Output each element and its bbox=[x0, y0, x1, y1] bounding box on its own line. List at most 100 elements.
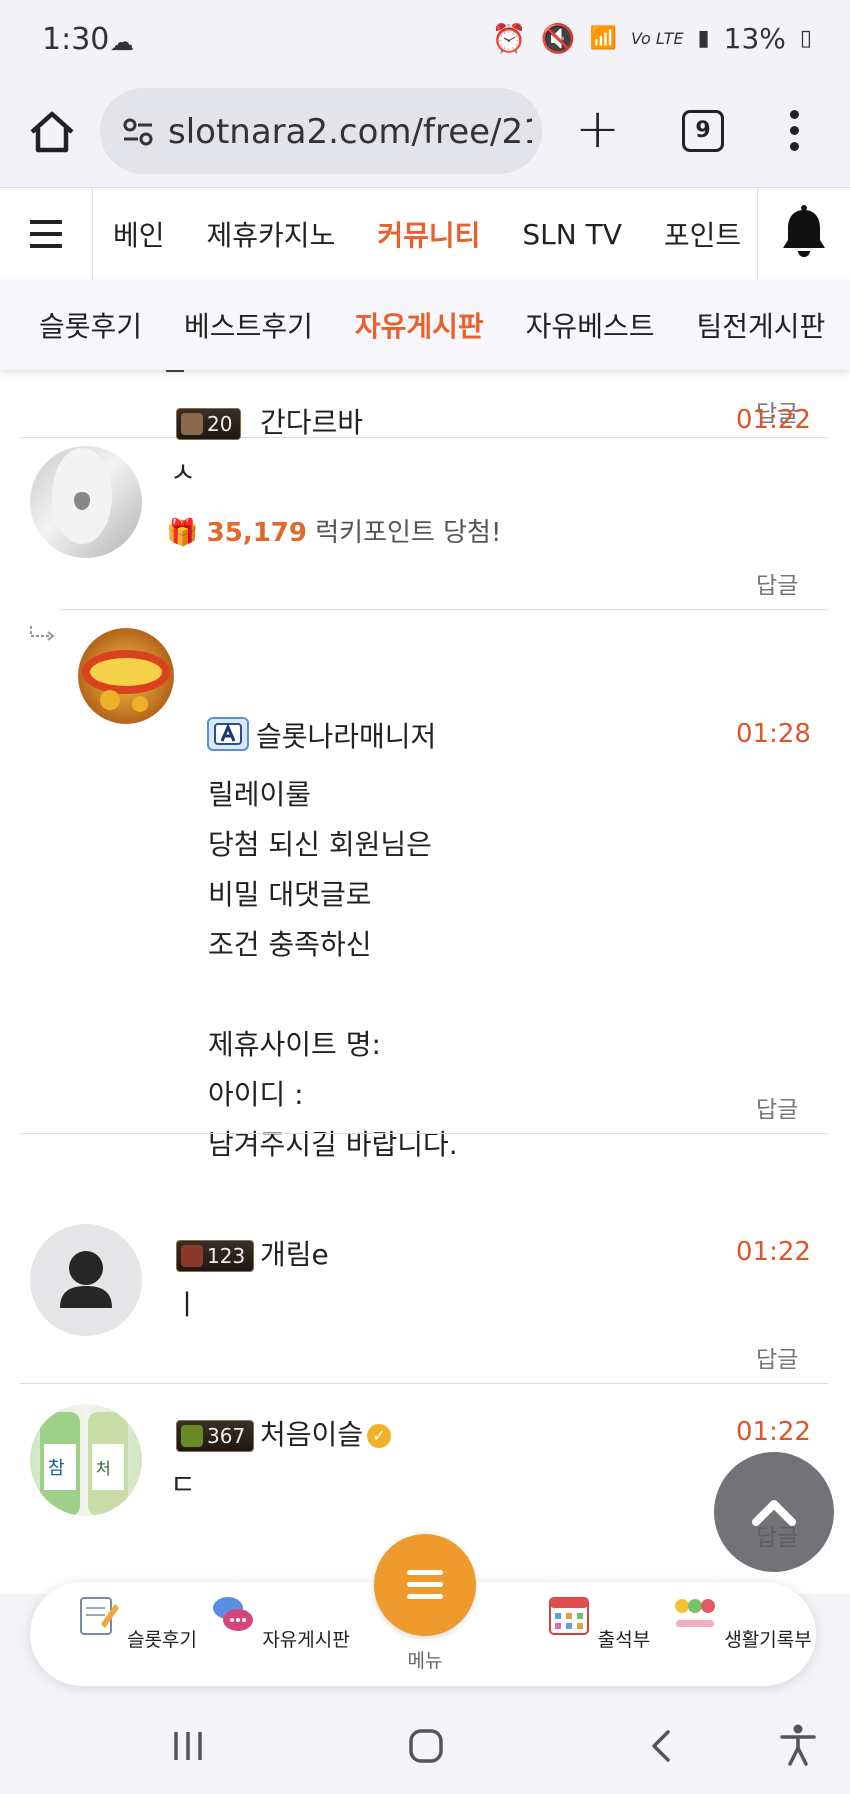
sub-nav-item[interactable]: 팀전게시판 bbox=[675, 305, 846, 345]
comment-text: ㄷ bbox=[170, 1468, 196, 1501]
level-badge: 123 bbox=[176, 1240, 255, 1272]
back-icon[interactable] bbox=[646, 1728, 678, 1764]
site-nav-items: 베인 제휴카지노 커뮤니티 SLN TV 포인트 bbox=[92, 188, 762, 280]
level-gem-icon bbox=[181, 413, 203, 435]
bottom-tab-attendance[interactable]: 출석부 bbox=[528, 1592, 668, 1652]
verified-icon: ✓ bbox=[367, 1424, 392, 1448]
sub-nav-item[interactable]: 슬롯후기 bbox=[18, 305, 163, 345]
level-gem-icon bbox=[181, 1425, 203, 1447]
bottom-tab-label: 출석부 bbox=[597, 1629, 651, 1651]
soju-bottles-icon: 참 처 bbox=[40, 1412, 128, 1516]
network-label: Vo LTE bbox=[630, 29, 684, 48]
site-nav-item[interactable]: 커뮤니티 bbox=[356, 214, 501, 254]
sub-nav-item[interactable]: 자유베스트 bbox=[505, 305, 676, 345]
comment-username[interactable]: 슬롯나라매니저 bbox=[256, 715, 436, 755]
status-icons: ⏰ 🔇 📶 Vo LTE ▮ 13% ▯ bbox=[492, 22, 812, 55]
manager-avatar bbox=[70, 620, 182, 732]
site-nav-item[interactable]: 제휴카지노 bbox=[186, 214, 357, 254]
site-nav-item[interactable]: 포인트 bbox=[643, 214, 762, 254]
notification-button[interactable] bbox=[757, 188, 850, 280]
avatar: 참 처 bbox=[30, 1404, 142, 1516]
bell-icon bbox=[783, 205, 825, 257]
bottom-tab-label: 생활기록부 bbox=[724, 1629, 812, 1651]
new-tab-button[interactable]: + bbox=[575, 102, 620, 156]
lucky-point-notice: 🎁 35,179 럭키포인트 당첨! bbox=[166, 512, 501, 549]
bottom-tab-label: 자유게시판 bbox=[262, 1629, 350, 1651]
signal-icon: ▮ bbox=[697, 26, 710, 51]
battery-icon: ▯ bbox=[799, 26, 812, 51]
url-text: slotnara2.com/free/21 bbox=[168, 112, 532, 152]
cloud-icon: ☁ bbox=[110, 28, 134, 56]
comment-list: 답글 20 간다르바 01:22 ㅅ 🎁 35,179 럭키포인트 당첨! 답글 bbox=[0, 340, 850, 1594]
bottom-tab-label: 슬롯후기 bbox=[127, 1629, 197, 1651]
site-nav-item[interactable]: 베인 bbox=[92, 214, 186, 254]
system-nav-bar bbox=[0, 1694, 850, 1794]
lucky-points-value: 35,179 bbox=[206, 518, 307, 548]
admin-badge-icon bbox=[207, 717, 249, 751]
bottom-tab-slot-review[interactable]: 슬롯후기 bbox=[66, 1592, 206, 1652]
wifi-icon: 📶 bbox=[589, 26, 617, 51]
menu-button[interactable] bbox=[374, 1534, 476, 1636]
level-badge: 20 bbox=[176, 408, 242, 440]
url-field[interactable]: slotnara2.com/free/21 bbox=[100, 88, 542, 174]
status-bar: 1:30 ☁ ⏰ 🔇 📶 Vo LTE ▮ 13% ▯ bbox=[0, 0, 850, 80]
comment-time: 01:28 bbox=[736, 719, 811, 749]
slotnara-logo-icon bbox=[82, 650, 170, 712]
level-gem-icon bbox=[181, 1245, 203, 1267]
calendar-icon bbox=[548, 1597, 589, 1635]
mood-faces-icon bbox=[675, 1599, 716, 1627]
recent-apps-icon[interactable] bbox=[168, 1728, 208, 1764]
sub-nav-items: 슬롯후기 베스트후기 자유게시판 자유베스트 팀전게시판 bbox=[0, 280, 850, 370]
site-nav-item[interactable]: SLN TV bbox=[501, 218, 642, 251]
more-menu-button[interactable] bbox=[790, 110, 800, 158]
divider bbox=[20, 437, 828, 438]
battery-text: 13% bbox=[723, 22, 786, 55]
divider bbox=[20, 1133, 828, 1134]
tab-count-button[interactable]: 9 bbox=[682, 110, 724, 152]
chat-bubbles-icon bbox=[213, 1597, 254, 1631]
chevron-up-icon bbox=[752, 1500, 796, 1526]
comment-time: 01:22 bbox=[736, 1417, 811, 1447]
reply-button[interactable]: 답글 bbox=[756, 1340, 798, 1374]
comment-username[interactable]: 개림e bbox=[260, 1233, 329, 1273]
accessibility-icon[interactable] bbox=[778, 1722, 818, 1766]
alarm-icon: ⏰ bbox=[491, 22, 527, 55]
sub-nav-item[interactable]: 베스트후기 bbox=[163, 305, 334, 345]
svg-text:참: 참 bbox=[48, 1458, 65, 1479]
apple-logo-icon bbox=[52, 448, 112, 544]
lucky-points-label: 럭키포인트 당첨! bbox=[315, 518, 502, 548]
site-settings-icon bbox=[123, 118, 153, 146]
avatar bbox=[30, 446, 142, 558]
scroll-to-top-button[interactable] bbox=[714, 1452, 834, 1572]
comment-time: 01:22 bbox=[736, 1237, 811, 1267]
comment-username[interactable]: 간다르바 bbox=[260, 401, 363, 441]
svg-text:처: 처 bbox=[96, 1459, 111, 1478]
hamburger-menu-button[interactable] bbox=[0, 188, 93, 280]
comment-username[interactable]: 처음이슬 ✓ bbox=[260, 1413, 392, 1453]
home-icon bbox=[30, 111, 74, 153]
status-time: 1:30 bbox=[42, 22, 110, 57]
home-nav-icon[interactable] bbox=[406, 1726, 446, 1766]
sub-nav-item[interactable]: 자유게시판 bbox=[334, 305, 505, 345]
reply-button[interactable]: 답글 bbox=[756, 1090, 798, 1124]
gift-icon: 🎁 bbox=[166, 518, 199, 548]
user-silhouette-icon bbox=[60, 1251, 112, 1308]
menu-label: 메뉴 bbox=[407, 1650, 443, 1672]
bottom-tab-free-board[interactable]: 자유게시판 bbox=[210, 1592, 350, 1652]
comment-text: 릴레이룰 당첨 되신 회원님은 비밀 대댓글로 조건 충족하신 제휴사이트 명:… bbox=[208, 778, 458, 1161]
divider bbox=[20, 1383, 828, 1384]
default-user-avatar bbox=[30, 1224, 142, 1336]
divider bbox=[60, 609, 828, 610]
comment-text: ㅅ bbox=[170, 456, 196, 489]
reply-arrow-icon bbox=[30, 626, 55, 641]
comment-time: 01:22 bbox=[736, 405, 811, 435]
home-button[interactable] bbox=[26, 106, 78, 158]
comment-text: ㅣ bbox=[174, 1288, 200, 1321]
mute-icon: 🔇 bbox=[540, 22, 576, 55]
reply-button[interactable]: 답글 bbox=[756, 566, 798, 600]
site-nav: 베인 제휴카지노 커뮤니티 SLN TV 포인트 bbox=[0, 187, 850, 281]
bottom-tab-life-record[interactable]: 생활기록부 bbox=[672, 1592, 812, 1652]
browser-toolbar: slotnara2.com/free/21 + 9 bbox=[0, 80, 850, 186]
review-note-icon bbox=[80, 1597, 120, 1635]
level-badge: 367 bbox=[176, 1420, 255, 1452]
